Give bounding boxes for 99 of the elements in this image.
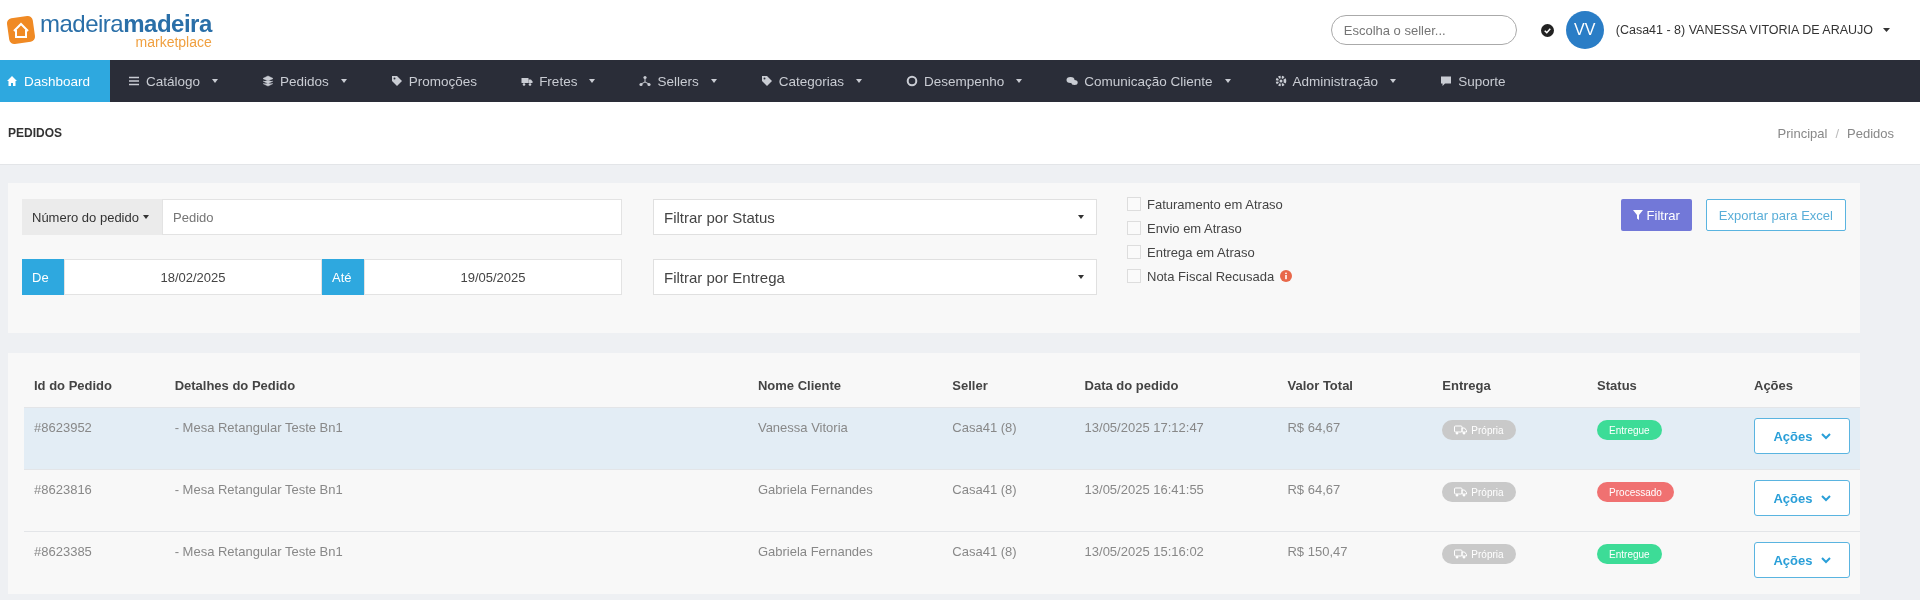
checkbox[interactable] [1127, 197, 1141, 211]
filter-icon [1632, 210, 1643, 220]
status-select[interactable]: Filtrar por Status [653, 199, 1097, 235]
status-badge: Entregue [1597, 420, 1662, 440]
nav-item[interactable]: Categorias [742, 60, 888, 102]
client-name: Gabriela Fernandes [757, 482, 873, 497]
chevron-down-icon [1820, 432, 1831, 440]
date-to-field[interactable]: 19/05/2025 [364, 259, 622, 295]
check-circle-icon[interactable] [1540, 23, 1554, 37]
column-header: Valor Total [1277, 363, 1433, 408]
breadcrumb-item[interactable]: Principal [1777, 125, 1828, 141]
status-badge: Processado [1597, 482, 1674, 502]
checkbox-option[interactable]: Envio em Atraso [1127, 219, 1293, 237]
nav-item[interactable]: Comunicação Cliente [1048, 60, 1257, 102]
order-total: R$ 64,67 [1287, 482, 1341, 497]
order-date: 13/05/2025 16:41:55 [1084, 482, 1204, 497]
nav-icon [1440, 75, 1453, 87]
order-details: - Mesa Retangular Teste Bn1 [174, 482, 343, 497]
nav-item[interactable]: Fretes [503, 60, 622, 102]
house-logo-icon [6, 15, 36, 45]
nav-icon [521, 75, 534, 87]
order-id: #8623385 [34, 544, 92, 559]
truck-icon [1454, 425, 1468, 435]
order-number-field[interactable]: Pedido [162, 199, 622, 235]
column-header: Status [1587, 363, 1744, 408]
client-name: Vanessa Vitoria [757, 420, 848, 435]
client-name: Gabriela Fernandes [757, 544, 873, 559]
caret-icon [1078, 275, 1084, 279]
order-date: 13/05/2025 15:16:02 [1084, 544, 1204, 559]
order-id: #8623816 [34, 482, 92, 497]
brand-subtitle: marketplace [135, 34, 212, 49]
nav-icon [760, 75, 773, 87]
column-header: Ações [1744, 363, 1860, 408]
nav-item[interactable]: Catálogo [110, 60, 245, 102]
date-from-field[interactable]: 18/02/2025 [64, 259, 322, 295]
nav-icon [262, 75, 275, 87]
delivery-select[interactable]: Filtrar por Entrega [653, 259, 1097, 295]
nav-item[interactable]: Desempenho [887, 60, 1049, 102]
caret-icon [1224, 79, 1231, 83]
caret-icon [142, 215, 149, 219]
checkbox-option[interactable]: Entrega em Atraso [1127, 243, 1293, 261]
order-total: R$ 150,47 [1287, 544, 1348, 559]
info-icon[interactable] [1280, 270, 1293, 282]
seller-name: Casa41 (8) [952, 544, 1017, 559]
caret-icon [589, 79, 596, 83]
seller-search-field[interactable]: Escolha o seller... [1330, 15, 1517, 45]
checkbox-option[interactable]: Faturamento em Atraso [1127, 195, 1293, 213]
brand-name: madeiramadeira [40, 11, 212, 36]
order-type-dropdown[interactable]: Número do pedido [22, 199, 162, 235]
nav-item[interactable]: Promoções [372, 60, 504, 102]
user-menu[interactable]: (Casa41 - 8) VANESSA VITORIA DE ARAUJO [1615, 23, 1890, 37]
filter-button[interactable]: Filtrar [1620, 199, 1692, 231]
caret-icon [855, 79, 862, 83]
column-header: Nome Cliente [747, 363, 943, 408]
order-total: R$ 64,67 [1287, 420, 1341, 435]
breadcrumb-separator: / [1835, 125, 1839, 141]
nav-icon [6, 75, 18, 87]
nav-icon [905, 75, 918, 87]
caret-icon [1883, 28, 1890, 32]
nav-icon [639, 75, 652, 87]
caret-icon [1390, 79, 1397, 83]
column-header: Detalhes do Pedido [164, 363, 748, 408]
date-from-label: De [22, 259, 64, 295]
checkbox[interactable] [1127, 245, 1141, 259]
column-header: Data do pedido [1074, 363, 1278, 408]
page-title: PEDIDOS [8, 126, 62, 140]
nav-icon [1066, 75, 1079, 87]
date-to-label: Até [322, 259, 364, 295]
nav-icon [390, 75, 403, 87]
caret-icon [1078, 215, 1084, 219]
caret-icon [710, 79, 717, 83]
order-id: #8623952 [34, 420, 92, 435]
nav-item[interactable]: Administração [1256, 60, 1423, 102]
nav-item[interactable]: Sellers [621, 60, 743, 102]
avatar[interactable]: VV [1565, 11, 1604, 49]
checkbox[interactable] [1127, 269, 1141, 283]
column-header: Id do Pedido [24, 363, 165, 408]
nav-icon [128, 75, 140, 87]
seller-name: Casa41 (8) [952, 482, 1017, 497]
seller-name: Casa41 (8) [952, 420, 1017, 435]
order-details: - Mesa Retangular Teste Bn1 [174, 420, 343, 435]
caret-icon [340, 79, 347, 83]
order-date: 13/05/2025 17:12:47 [1084, 420, 1204, 435]
column-header: Entrega [1432, 363, 1588, 408]
checkbox[interactable] [1127, 221, 1141, 235]
nav-icon [1274, 75, 1287, 87]
breadcrumb-item: Pedidos [1847, 125, 1894, 141]
chevron-down-icon [1820, 494, 1831, 502]
truck-icon [1454, 549, 1468, 559]
column-header: Seller [942, 363, 1075, 408]
truck-icon [1454, 487, 1468, 497]
checkbox-option[interactable]: Nota Fiscal Recusada [1127, 267, 1293, 285]
caret-icon [212, 79, 219, 83]
nav-item[interactable]: Pedidos [244, 60, 373, 102]
chevron-down-icon [1820, 556, 1831, 564]
status-badge: Entregue [1597, 544, 1662, 564]
order-details: - Mesa Retangular Teste Bn1 [174, 544, 343, 559]
caret-icon [1016, 79, 1023, 83]
nav-item[interactable]: Suporte [1422, 60, 1532, 102]
